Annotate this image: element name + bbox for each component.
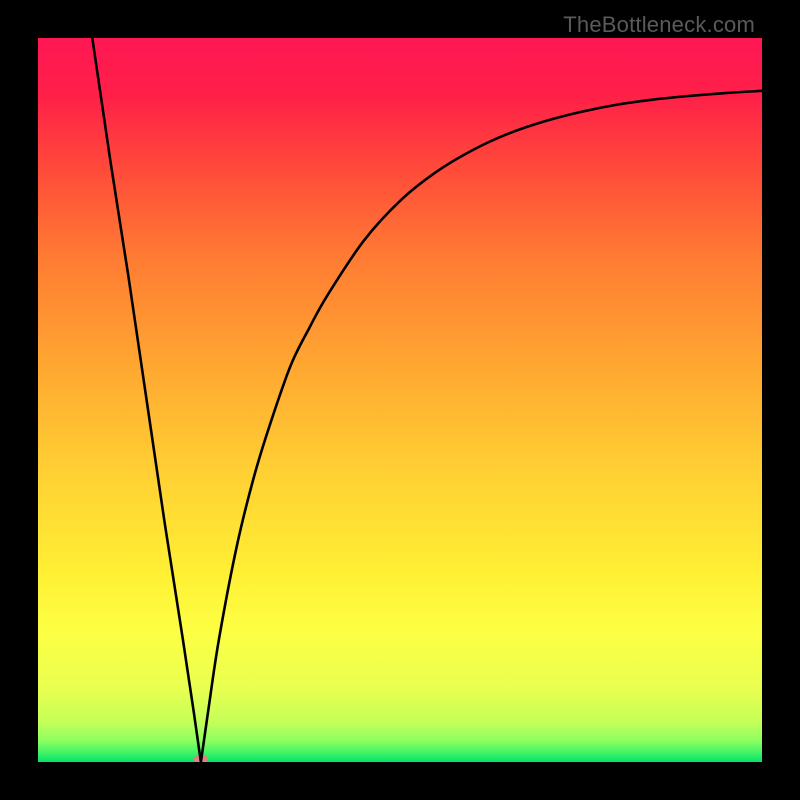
- watermark-text: TheBottleneck.com: [563, 12, 755, 38]
- chart-container: TheBottleneck.com: [0, 0, 800, 800]
- bottleneck-chart: [38, 38, 762, 762]
